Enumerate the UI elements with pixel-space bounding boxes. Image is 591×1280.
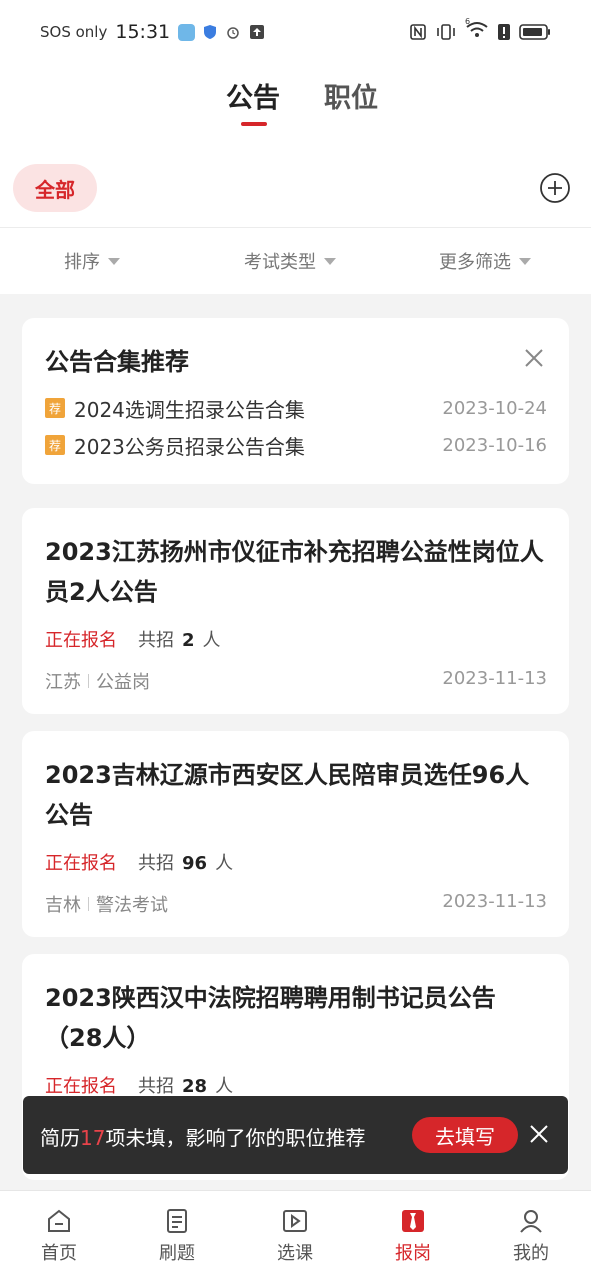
close-icon[interactable] [522, 346, 546, 370]
recruit-count-unit: 人 [215, 853, 234, 874]
app-notification-icon [178, 23, 196, 41]
announcement-card[interactable]: 2023吉林辽源市西安区人民陪审员选任96人公告 正在报名 共招 96 人 吉林… [22, 731, 569, 937]
recommend-card: 公告合集推荐 荐 2024选调生招录公告合集 2023-10-24 荐 2023… [22, 318, 569, 484]
recruit-count-number: 2 [182, 630, 195, 651]
top-tabs: 公告 职位 [0, 64, 591, 156]
announcement-title: 2023江苏扬州市仪征市补充招聘公益性岗位人员2人公告 [45, 538, 544, 606]
vibrate-icon [437, 24, 455, 40]
upload-icon [250, 25, 265, 39]
recruit-count-unit: 人 [202, 630, 221, 651]
nav-practice[interactable]: 刷题 [137, 1207, 217, 1265]
recruit-count-unit: 人 [215, 1076, 234, 1097]
recruit-count: 共招 96 人 [138, 849, 233, 875]
category-tag: 公益岗 [96, 672, 150, 693]
filter-bar: 排序 考试类型 更多筛选 [0, 228, 591, 294]
nav-home[interactable]: 首页 [19, 1207, 99, 1265]
dropdown-arrow-icon [324, 257, 336, 265]
filter-sort-label: 排序 [64, 252, 100, 273]
close-icon[interactable] [528, 1123, 550, 1145]
recommend-item-title: 2023公务员招录公告合集 [74, 434, 305, 459]
announcement-date: 2023-11-13 [442, 668, 547, 689]
active-tab-indicator [241, 122, 267, 126]
announcement-tags: 江苏 公益岗 [45, 668, 150, 694]
course-icon [283, 1210, 307, 1232]
filter-more[interactable]: 更多筛选 [439, 248, 531, 274]
battery-icon [519, 24, 550, 40]
nfc-icon [410, 24, 426, 40]
toast-text-after: 项未填，影响了你的职位推荐 [105, 1126, 366, 1150]
recruit-count-number: 96 [182, 853, 208, 874]
toast-missing-count: 17 [80, 1126, 106, 1150]
dropdown-arrow-icon [108, 257, 120, 265]
wifi-badge: 6 [465, 17, 471, 26]
filter-exam-type-label: 考试类型 [244, 252, 316, 273]
resume-reminder-toast: 简历17项未填，影响了你的职位推荐 去填写 [23, 1096, 568, 1174]
clock: 15:31 [115, 21, 171, 43]
recommend-tag: 荐 [45, 435, 65, 455]
add-category-icon[interactable] [539, 172, 571, 204]
recruit-count-prefix: 共招 [138, 630, 174, 651]
recommend-item-date: 2023-10-16 [442, 434, 547, 456]
nav-profile-label: 我的 [513, 1243, 549, 1264]
announcement-title: 2023陕西汉中法院招聘聘用制书记员公告（28人） [45, 984, 496, 1052]
announcement-date: 2023-11-13 [442, 891, 547, 912]
status-badge: 正在报名 [45, 630, 117, 651]
nav-jobs-label: 报岗 [395, 1243, 431, 1264]
toast-message: 简历17项未填，影响了你的职位推荐 [40, 1122, 365, 1151]
recommend-item-title: 2024选调生招录公告合集 [74, 397, 305, 422]
tag-divider [88, 674, 89, 688]
recommend-item[interactable]: 荐 2023公务员招录公告合集 2023-10-16 [45, 431, 547, 459]
status-badge: 正在报名 [45, 1076, 117, 1097]
recommend-title: 公告合集推荐 [45, 348, 189, 376]
fill-resume-button[interactable]: 去填写 [412, 1117, 518, 1153]
announcement-tags: 吉林 警法考试 [45, 891, 168, 917]
recruit-count-prefix: 共招 [138, 1076, 174, 1097]
filter-sort[interactable]: 排序 [64, 248, 120, 274]
bottom-navigation: 首页 刷题 选课 报岗 我的 [0, 1190, 591, 1280]
category-tag: 警法考试 [96, 895, 168, 916]
nav-course-label: 选课 [277, 1243, 313, 1264]
home-icon [48, 1209, 70, 1232]
sos-text: SOS only [40, 23, 108, 41]
filter-more-label: 更多筛选 [439, 252, 511, 273]
dropdown-arrow-icon [519, 257, 531, 265]
shield-icon [204, 25, 217, 39]
tab-announcements[interactable]: 公告 [226, 76, 280, 115]
job-tie-icon [402, 1210, 424, 1232]
nav-jobs[interactable]: 报岗 [373, 1207, 453, 1265]
recruit-count: 共招 2 人 [138, 626, 221, 652]
recruit-count-prefix: 共招 [138, 853, 174, 874]
profile-icon [520, 1210, 542, 1233]
nav-home-label: 首页 [41, 1243, 77, 1264]
recommend-item[interactable]: 荐 2024选调生招录公告合集 2023-10-24 [45, 394, 547, 422]
recommend-item-date: 2023-10-24 [442, 397, 547, 419]
nav-practice-label: 刷题 [159, 1243, 195, 1264]
tag-divider [88, 897, 89, 911]
nav-course[interactable]: 选课 [255, 1207, 335, 1265]
alert-icon [498, 24, 510, 40]
recruit-count-number: 28 [182, 1076, 208, 1097]
announcement-card[interactable]: 2023江苏扬州市仪征市补充招聘公益性岗位人员2人公告 正在报名 共招 2 人 … [22, 508, 569, 714]
region-tag: 江苏 [45, 672, 81, 693]
recommend-tag: 荐 [45, 398, 65, 418]
status-bar: SOS only 15:31 6 [0, 0, 591, 64]
status-badge: 正在报名 [45, 853, 117, 874]
chip-all[interactable]: 全部 [13, 164, 97, 212]
category-chip-row: 全部 [0, 156, 591, 228]
region-tag: 吉林 [45, 895, 81, 916]
announcement-title: 2023吉林辽源市西安区人民陪审员选任96人公告 [45, 761, 530, 829]
practice-icon [167, 1209, 187, 1233]
nav-profile[interactable]: 我的 [491, 1207, 571, 1265]
recruit-count: 共招 28 人 [138, 1072, 233, 1098]
filter-exam-type[interactable]: 考试类型 [244, 248, 336, 274]
tab-positions[interactable]: 职位 [324, 76, 378, 115]
alarm-icon [227, 27, 239, 39]
toast-text-before: 简历 [40, 1126, 80, 1150]
